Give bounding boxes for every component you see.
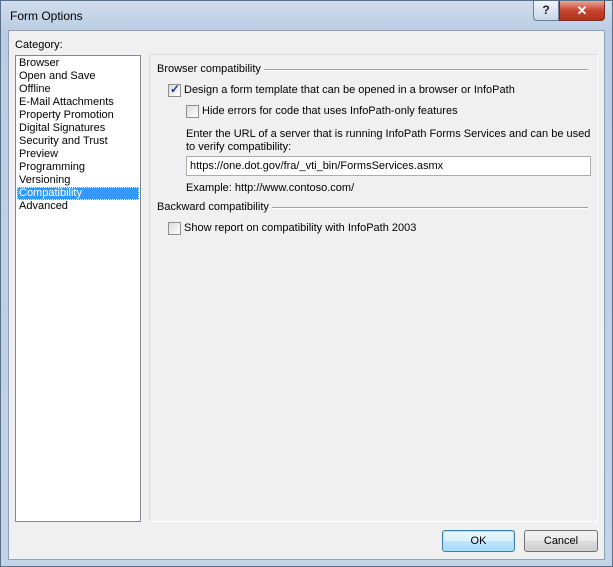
server-url-input[interactable]: https://one.dot.gov/fra/_vti_bin/FormsSe… (186, 156, 591, 176)
category-label: Category: (15, 39, 63, 51)
category-item-open-and-save[interactable]: Open and Save (17, 70, 139, 83)
category-item-compatibility[interactable]: Compatibility (17, 187, 139, 200)
show-report-label[interactable]: Show report on compatibility with InfoPa… (184, 222, 416, 234)
design-browser-checkbox[interactable]: ✓ (168, 82, 181, 97)
dialog-title: Form Options (10, 9, 83, 23)
help-button[interactable]: ? (533, 1, 559, 21)
category-item-programming[interactable]: Programming (17, 161, 139, 174)
category-item-offline[interactable]: Offline (17, 83, 139, 96)
url-example-text: Example: http://www.contoso.com/ (186, 182, 355, 194)
category-item-property-promotion[interactable]: Property Promotion (17, 109, 139, 122)
close-button[interactable]: ✕ (559, 1, 605, 21)
title-bar[interactable]: Form Options ? ✕ (1, 1, 612, 31)
ok-button[interactable]: OK (442, 530, 515, 552)
hide-errors-checkbox[interactable] (186, 105, 199, 118)
url-prompt-line-2: to verify compatibility: (186, 141, 292, 153)
category-item-security-and-trust[interactable]: Security and Trust (17, 135, 139, 148)
group-divider (260, 69, 588, 71)
design-browser-label[interactable]: Design a form template that can be opene… (184, 84, 515, 96)
dialog-client-area: Category: Browser Open and Save Offline … (8, 30, 605, 560)
cancel-button[interactable]: Cancel (524, 530, 598, 552)
backward-compatibility-heading: Backward compatibility (157, 201, 272, 213)
group-divider (272, 207, 588, 209)
category-item-digital-signatures[interactable]: Digital Signatures (17, 122, 139, 135)
category-item-email-attachments[interactable]: E-Mail Attachments (17, 96, 139, 109)
form-options-dialog: Form Options ? ✕ Category: Browser Open … (0, 0, 613, 567)
compatibility-panel: Browser compatibility ✓ Design a form te… (149, 54, 598, 522)
category-list[interactable]: Browser Open and Save Offline E-Mail Att… (15, 55, 141, 522)
url-prompt-line-1: Enter the URL of a server that is runnin… (186, 128, 591, 140)
category-item-preview[interactable]: Preview (17, 148, 139, 161)
checkmark-icon: ✓ (170, 82, 181, 96)
show-report-checkbox[interactable] (168, 222, 181, 235)
category-item-advanced[interactable]: Advanced (17, 200, 139, 213)
category-item-versioning[interactable]: Versioning (17, 174, 139, 187)
hide-errors-label[interactable]: Hide errors for code that uses InfoPath-… (202, 105, 458, 117)
category-item-browser[interactable]: Browser (17, 57, 139, 70)
browser-compatibility-heading: Browser compatibility (157, 63, 264, 75)
